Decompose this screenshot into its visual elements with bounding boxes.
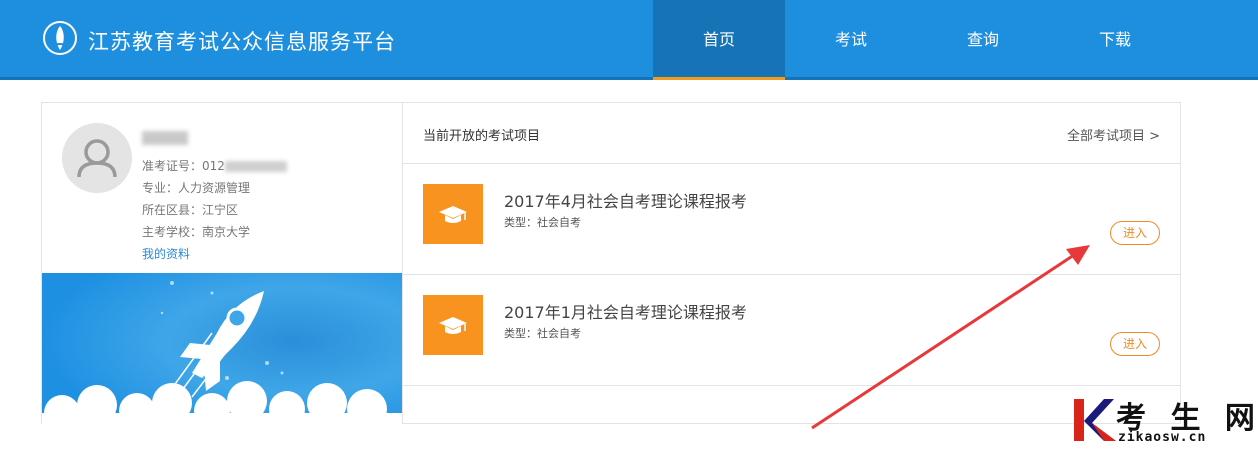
logo-icon <box>43 21 77 55</box>
site-title: 江苏教育考试公众信息服务平台 <box>88 30 396 54</box>
exam-title[interactable]: 2017年1月社会自考理论课程报考 <box>504 299 747 323</box>
exam-icon-box <box>423 295 483 355</box>
ticket-number: 准考证号：012 <box>142 155 287 177</box>
user-info: 准考证号：012 专业：人力资源管理 所在区县：江宁区 主考学校：南京大学 我的… <box>142 129 287 265</box>
user-major: 专业：人力资源管理 <box>142 181 251 195</box>
user-panel: 准考证号：012 专业：人力资源管理 所在区县：江宁区 主考学校：南京大学 我的… <box>42 103 403 424</box>
main-nav: 首页 考试 查询 下载 <box>653 0 1181 80</box>
user-district: 所在区县：江宁区 <box>142 203 239 217</box>
top-header: 江苏教育考试公众信息服务平台 首页 考试 查询 下载 <box>0 0 1258 80</box>
avatar <box>62 123 132 193</box>
exam-panel-header: 当前开放的考试项目 全部考试项目 > <box>403 103 1180 164</box>
all-exams-link[interactable]: 全部考试项目 > <box>1067 125 1160 144</box>
user-icon <box>77 139 117 178</box>
nav-home[interactable]: 首页 <box>653 0 785 80</box>
user-name-blurred <box>142 131 188 145</box>
ticket-label: 准考证号：012 <box>142 159 225 173</box>
annotation-arrow <box>811 245 1090 430</box>
graduation-cap-icon <box>439 317 467 334</box>
user-school: 主考学校：南京大学 <box>142 225 251 239</box>
my-profile-link[interactable]: 我的资料 <box>142 243 287 265</box>
enter-button[interactable]: 进入 <box>1110 332 1160 356</box>
exam-type: 类型：社会自考 <box>504 216 581 229</box>
open-exams-title: 当前开放的考试项目 <box>423 129 541 144</box>
exam-type: 类型：社会自考 <box>504 327 581 340</box>
nav-query[interactable]: 查询 <box>917 0 1049 80</box>
rocket-banner <box>42 273 402 424</box>
enter-button[interactable]: 进入 <box>1110 221 1160 245</box>
watermark-url: zikaosw.cn <box>1118 430 1207 445</box>
graduation-cap-icon <box>439 206 467 223</box>
ticket-blurred <box>224 161 287 172</box>
nav-download[interactable]: 下载 <box>1049 0 1181 80</box>
exam-title[interactable]: 2017年4月社会自考理论课程报考 <box>504 188 747 212</box>
nav-exam[interactable]: 考试 <box>785 0 917 80</box>
exam-icon-box <box>423 184 483 244</box>
